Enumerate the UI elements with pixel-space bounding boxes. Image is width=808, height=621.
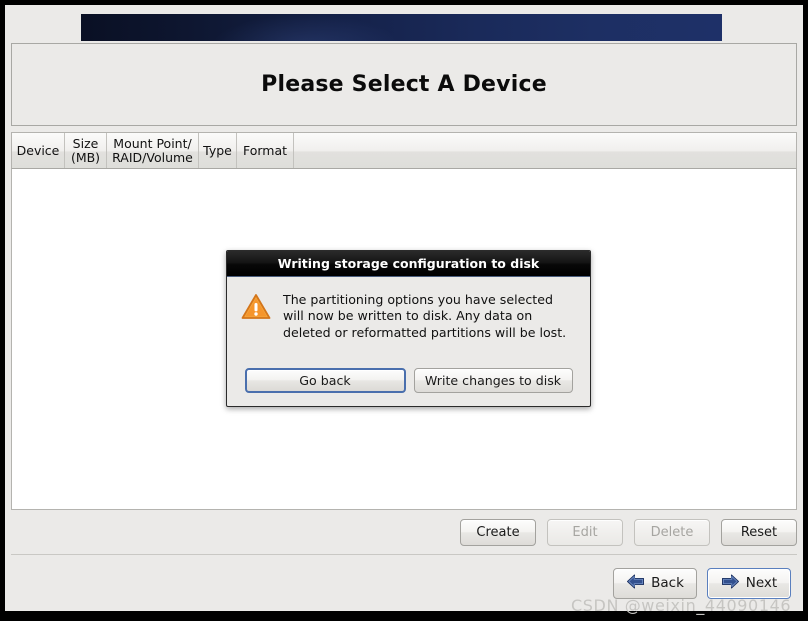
dialog-titlebar: Writing storage configuration to disk (227, 251, 590, 277)
go-back-button[interactable]: Go back (244, 367, 406, 393)
column-header-filler (294, 133, 796, 168)
dialog-body: The partitioning options you have select… (227, 277, 590, 358)
back-button[interactable]: Back (613, 567, 697, 599)
write-changes-to-disk-button[interactable]: Write changes to disk (413, 367, 573, 393)
next-button[interactable]: Next (707, 567, 791, 599)
column-header-mount-point[interactable]: Mount Point/ RAID/Volume (107, 133, 199, 168)
column-header-device[interactable]: Device (12, 133, 65, 168)
write-changes-dialog: Writing storage configuration to disk Th… (226, 250, 591, 407)
dialog-button-row: Go back Write changes to disk (227, 358, 590, 406)
title-panel: Please Select A Device (11, 43, 797, 126)
installer-window: Please Select A Device Device Size (MB) … (5, 5, 803, 615)
create-button[interactable]: Create (460, 518, 536, 546)
page-title: Please Select A Device (261, 72, 547, 97)
dialog-title: Writing storage configuration to disk (277, 256, 540, 271)
banner-gradient-bar (81, 14, 722, 41)
column-header-size[interactable]: Size (MB) (65, 133, 107, 168)
back-button-label: Back (651, 575, 684, 591)
header-banner (5, 5, 803, 43)
edit-button: Edit (547, 518, 623, 546)
navigation-button-row: Back Next (11, 555, 797, 611)
reset-button[interactable]: Reset (721, 518, 797, 546)
action-button-row: Create Edit Delete Reset (11, 510, 797, 554)
delete-button: Delete (634, 518, 710, 546)
warning-triangle-icon (241, 291, 271, 358)
arrow-right-icon (721, 574, 740, 593)
next-button-label: Next (745, 575, 778, 591)
column-header-format[interactable]: Format (237, 133, 294, 168)
banner-glow-decoration (211, 14, 401, 41)
arrow-left-icon (626, 574, 645, 593)
column-header-type[interactable]: Type (199, 133, 237, 168)
device-table-header: Device Size (MB) Mount Point/ RAID/Volum… (11, 132, 797, 169)
dialog-message: The partitioning options you have select… (283, 292, 567, 340)
